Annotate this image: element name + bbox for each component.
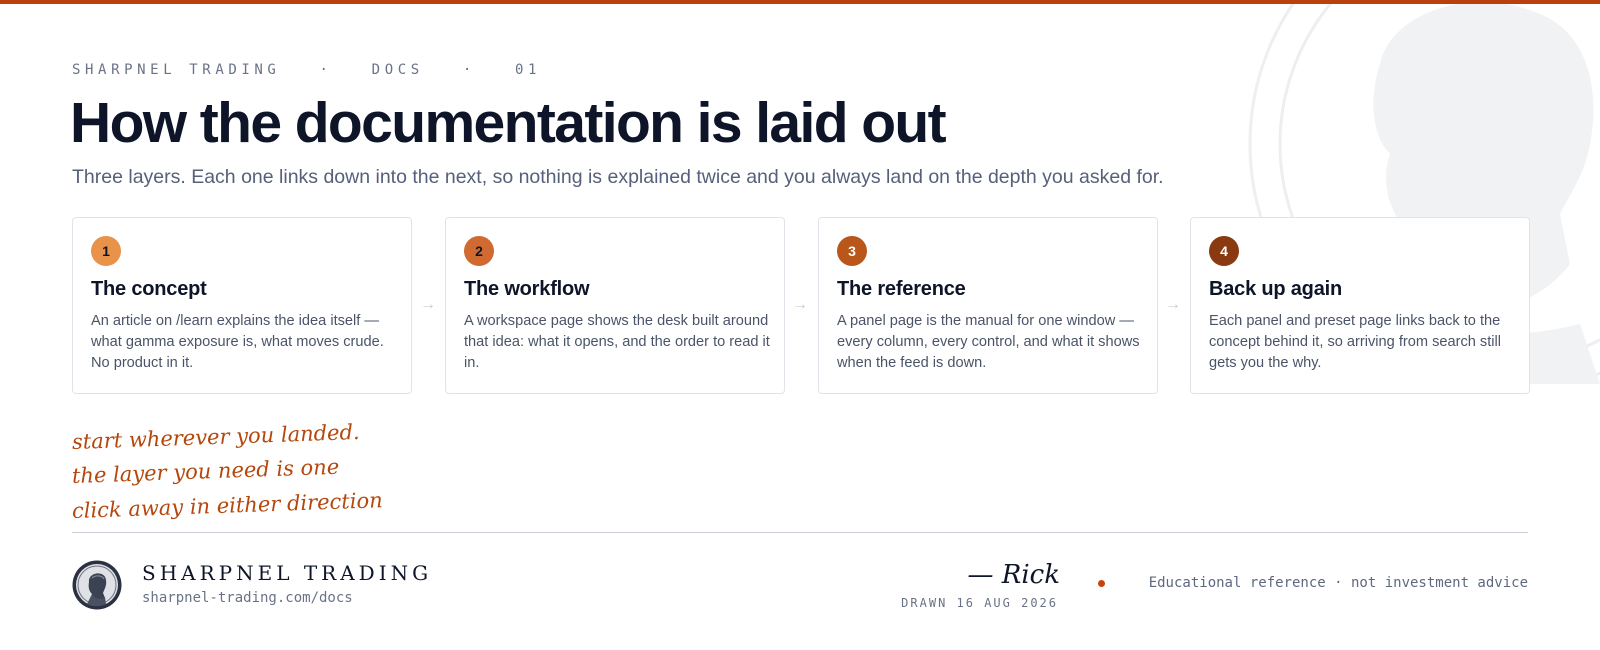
author-signature: — Rick — [967, 560, 1060, 590]
step-description: A workspace page shows the desk built ar… — [464, 313, 770, 371]
step-number-badge: 4 — [1209, 236, 1239, 266]
step-description: An article on /learn explains the idea i… — [91, 313, 384, 371]
doc-eyebrow: SHARPNEL TRADING · DOCS · 01 — [72, 62, 542, 78]
arrow-right-icon: → — [1165, 296, 1181, 313]
footer-url-link[interactable]: sharpnel-trading.com/docs — [142, 590, 353, 606]
handwritten-note-line: click away in either direction — [71, 488, 384, 523]
handwritten-note-line: start wherever you landed. — [71, 419, 360, 454]
step-number-badge: 3 — [837, 236, 867, 266]
handwritten-note-line: the layer you need is one — [71, 454, 340, 488]
step-title: The reference — [837, 278, 966, 300]
page-title: How the documentation is laid out — [70, 91, 947, 155]
step-card-concept: 1 The concept An article on /learn expla… — [72, 217, 412, 394]
step-card-workflow: 2 The workflow A workspace page shows th… — [445, 217, 785, 394]
step-card-reference: 3 The reference A panel page is the manu… — [818, 217, 1158, 394]
footer-brand-name: SHARPNEL TRADING — [142, 561, 433, 585]
arrow-right-icon: → — [420, 296, 436, 313]
step-description: A panel page is the manual for one windo… — [837, 313, 1140, 371]
step-title: The concept — [91, 278, 207, 300]
step-description: Each panel and preset page links back to… — [1209, 313, 1502, 371]
step-number-badge: 2 — [464, 236, 494, 266]
page-subtitle: Three layers. Each one links down into t… — [72, 166, 1164, 188]
step-title: The workflow — [464, 278, 590, 300]
disclaimer-text: Educational reference · not investment a… — [1148, 575, 1528, 591]
step-number-badge: 1 — [91, 236, 121, 266]
brand-logo-avatar — [72, 560, 122, 610]
step-title: Back up again — [1209, 278, 1342, 300]
drawn-date: DRAWN 16 AUG 2026 — [901, 596, 1058, 610]
footer-divider — [72, 532, 1528, 533]
step-card-back-up: 4 Back up again Each panel and preset pa… — [1190, 217, 1530, 394]
arrow-right-icon: → — [792, 296, 808, 313]
